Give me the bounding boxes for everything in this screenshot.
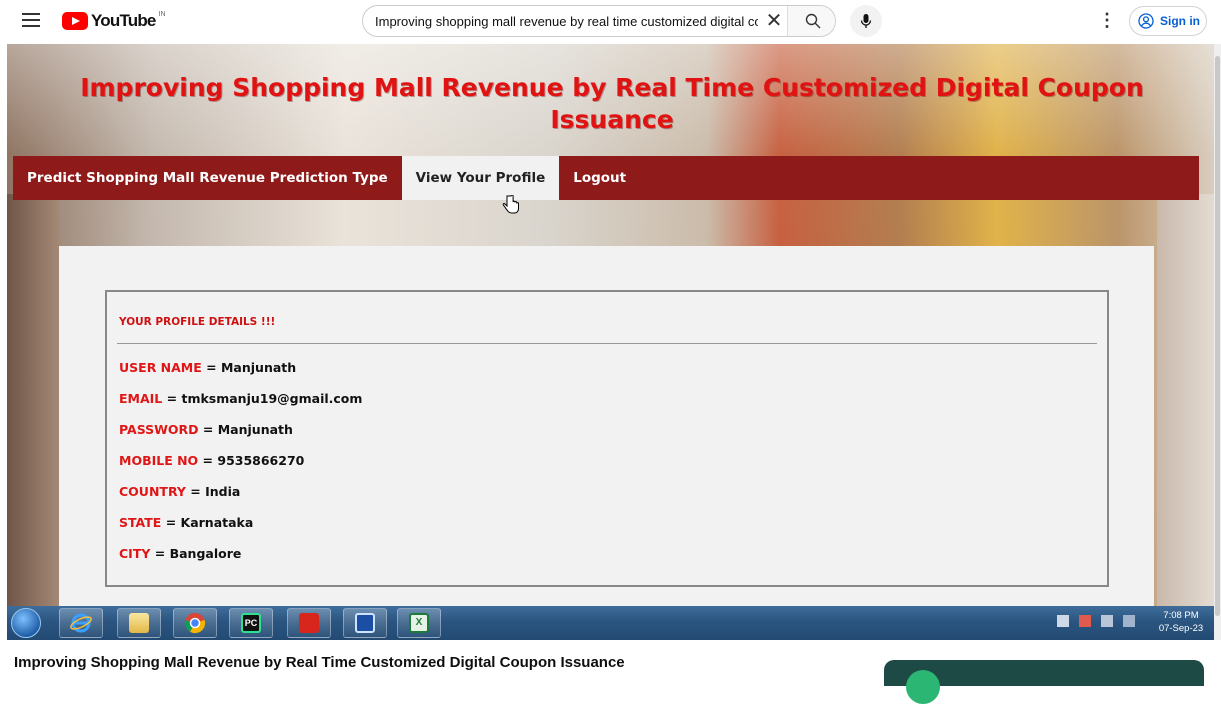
file-explorer-icon[interactable] bbox=[117, 608, 161, 638]
video-player[interactable]: Improving Shopping Mall Revenue by Real … bbox=[7, 44, 1214, 606]
scrollbar-thumb[interactable] bbox=[1215, 56, 1220, 616]
page-title: Improving Shopping Mall Revenue by Real … bbox=[80, 73, 1144, 134]
field-value: = Karnataka bbox=[165, 515, 254, 530]
profile-field-mobile: MOBILE NO = 9535866270 bbox=[119, 453, 304, 468]
sign-in-label: Sign in bbox=[1160, 14, 1200, 28]
excel-glyph: X bbox=[409, 613, 429, 633]
acrobat-icon[interactable] bbox=[287, 608, 331, 638]
field-label: MOBILE NO bbox=[119, 453, 199, 468]
windows-start-icon[interactable] bbox=[11, 608, 41, 638]
profile-field-password: PASSWORD = Manjunath bbox=[119, 422, 293, 437]
field-label: COUNTRY bbox=[119, 484, 186, 499]
youtube-play-icon bbox=[62, 12, 88, 30]
profile-field-city: CITY = Bangalore bbox=[119, 546, 241, 561]
profile-field-country: COUNTRY = India bbox=[119, 484, 240, 499]
country-code: IN bbox=[158, 10, 166, 18]
field-value: = Manjunath bbox=[206, 360, 297, 375]
profile-field-email: EMAIL = tmksmanju19@gmail.com bbox=[119, 391, 362, 406]
youtube-logo[interactable]: YouTube IN bbox=[62, 11, 166, 31]
profile-heading: YOUR PROFILE DETAILS !!! bbox=[119, 316, 276, 328]
profile-field-state: STATE = Karnataka bbox=[119, 515, 253, 530]
field-value: = Bangalore bbox=[154, 546, 242, 561]
pycharm-glyph: PC bbox=[241, 613, 261, 633]
promo-card[interactable] bbox=[884, 660, 1204, 704]
profile-details-box: YOUR PROFILE DETAILS !!! USER NAME = Man… bbox=[105, 290, 1109, 587]
clear-search-icon[interactable]: ✕ bbox=[763, 11, 785, 33]
pycharm-icon[interactable]: PC bbox=[229, 608, 273, 638]
field-value: = India bbox=[190, 484, 241, 499]
search-icon bbox=[805, 13, 820, 29]
site-navbar: Predict Shopping Mall Revenue Prediction… bbox=[13, 156, 1199, 200]
folder-glyph bbox=[129, 613, 149, 633]
chrome-glyph bbox=[184, 613, 206, 634]
background-pillar bbox=[7, 194, 59, 606]
search-input[interactable] bbox=[363, 6, 758, 36]
system-tray bbox=[1057, 615, 1135, 627]
field-label: STATE bbox=[119, 515, 162, 530]
nav-logout[interactable]: Logout bbox=[559, 156, 640, 200]
field-value: = Manjunath bbox=[202, 422, 293, 437]
youtube-wordmark: YouTube bbox=[91, 11, 156, 30]
nav-view-profile[interactable]: View Your Profile bbox=[401, 156, 560, 200]
tray-network-icon[interactable] bbox=[1079, 615, 1091, 627]
search-button[interactable] bbox=[787, 6, 835, 36]
field-label: CITY bbox=[119, 546, 151, 561]
field-label: PASSWORD bbox=[119, 422, 199, 437]
promo-badge-icon bbox=[906, 670, 940, 704]
tray-arrow-icon[interactable] bbox=[1057, 615, 1069, 627]
ie-glyph bbox=[70, 613, 92, 633]
clock-date: 07-Sep-23 bbox=[1158, 623, 1204, 634]
system-clock[interactable]: 7:08 PM 07-Sep-23 bbox=[1155, 609, 1207, 635]
profile-field-username: USER NAME = Manjunath bbox=[119, 360, 296, 375]
field-value: = tmksmanju19@gmail.com bbox=[166, 391, 363, 406]
remote-desktop-glyph bbox=[355, 613, 375, 633]
windows-taskbar: PC X 7:08 PM 07-Sep-23 bbox=[7, 606, 1214, 640]
microphone-icon bbox=[860, 14, 872, 28]
divider bbox=[117, 343, 1097, 344]
sign-in-button[interactable]: Sign in bbox=[1129, 6, 1207, 36]
remote-desktop-icon[interactable] bbox=[343, 608, 387, 638]
voice-search-button[interactable] bbox=[850, 5, 882, 37]
chrome-icon[interactable] bbox=[173, 608, 217, 638]
field-label: USER NAME bbox=[119, 360, 202, 375]
more-options-icon[interactable]: ⋮ bbox=[1098, 10, 1116, 32]
youtube-header: YouTube IN ✕ ⋮ Sign in bbox=[0, 0, 1221, 44]
field-label: EMAIL bbox=[119, 391, 163, 406]
tray-volume-icon[interactable] bbox=[1123, 615, 1135, 627]
profile-panel: YOUR PROFILE DETAILS !!! USER NAME = Man… bbox=[59, 246, 1154, 606]
field-value: = 9535866270 bbox=[202, 453, 305, 468]
acrobat-glyph bbox=[299, 613, 319, 633]
account-icon bbox=[1138, 13, 1154, 29]
hand-cursor-icon bbox=[502, 195, 519, 214]
internet-explorer-icon[interactable] bbox=[59, 608, 103, 638]
menu-icon[interactable] bbox=[22, 13, 40, 27]
search-box: ✕ bbox=[362, 5, 836, 37]
excel-icon[interactable]: X bbox=[397, 608, 441, 638]
video-title: Improving Shopping Mall Revenue by Real … bbox=[14, 654, 625, 671]
page-scrollbar[interactable] bbox=[1214, 44, 1221, 640]
nav-predict-revenue[interactable]: Predict Shopping Mall Revenue Prediction… bbox=[13, 156, 402, 200]
clock-time: 7:08 PM bbox=[1163, 610, 1199, 621]
tray-display-icon[interactable] bbox=[1101, 615, 1113, 627]
background-wall bbox=[1157, 194, 1214, 606]
